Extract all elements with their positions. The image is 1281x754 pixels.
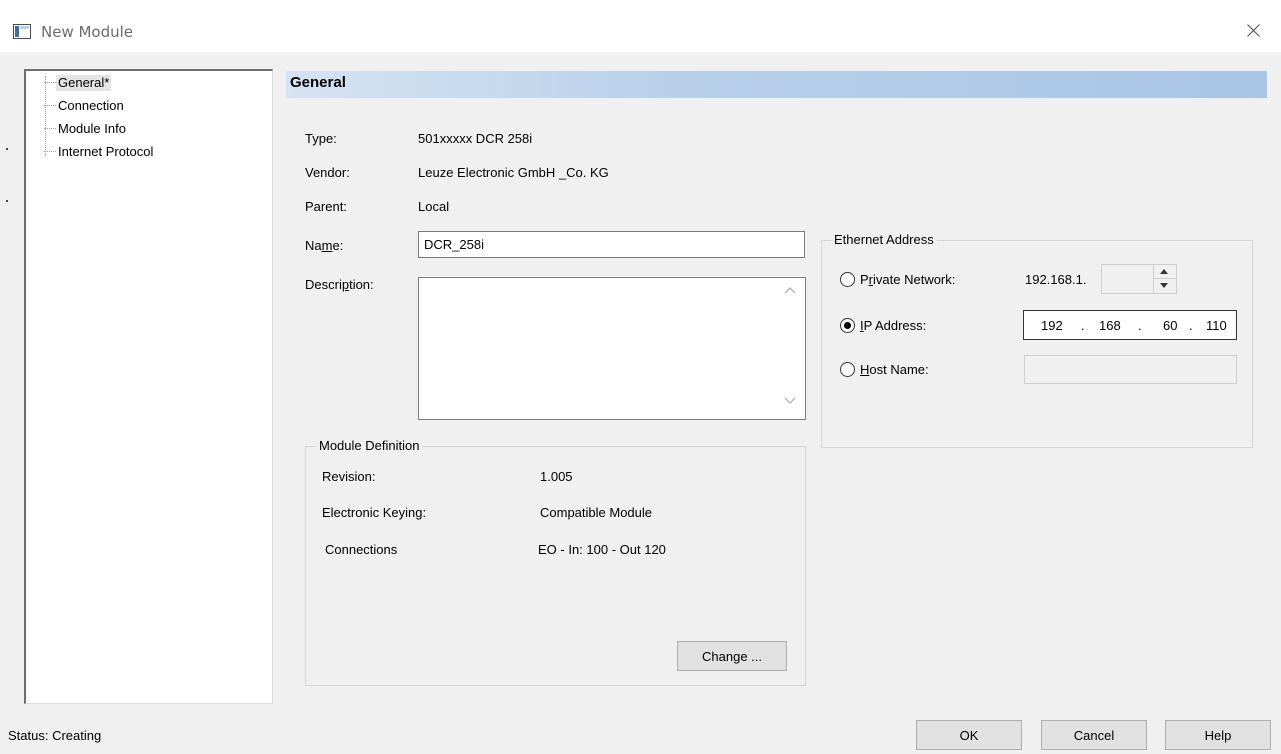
- parent-label: Parent:: [305, 199, 347, 214]
- description-label: Description:: [305, 277, 374, 292]
- spin-up-icon[interactable]: [1160, 269, 1168, 274]
- parent-value: Local: [418, 199, 450, 214]
- electronic-keying-label: Electronic Keying:: [322, 505, 427, 520]
- tree-item-label: Internet Protocol: [58, 144, 154, 159]
- ethernet-address-title: Ethernet Address: [831, 232, 937, 247]
- name-label: Name:: [305, 238, 344, 253]
- spinner-divider: [1153, 278, 1176, 279]
- module-definition-title: Module Definition: [316, 438, 423, 453]
- category-tree[interactable]: General* Connection Module Info Internet…: [24, 69, 273, 704]
- private-network-label[interactable]: Private Network:: [860, 272, 955, 287]
- tree-item-label: Module Info: [58, 121, 126, 136]
- ip-address-radio[interactable]: [840, 318, 855, 333]
- title-bar: [0, 0, 1281, 52]
- scroll-down-icon[interactable]: [784, 397, 796, 405]
- host-name-input[interactable]: [1024, 355, 1237, 384]
- close-button[interactable]: [1236, 16, 1270, 46]
- scroll-up-icon[interactable]: [784, 286, 796, 294]
- ip-address-input[interactable]: 192 . 168 . 60 . 110: [1023, 310, 1237, 340]
- type-label: Type:: [305, 131, 337, 146]
- tree-item-connection[interactable]: Connection: [34, 98, 126, 114]
- vendor-value: Leuze Electronic GmbH _Co. KG: [418, 165, 609, 180]
- tree-item-general[interactable]: General*: [34, 75, 112, 91]
- private-network-radio[interactable]: [840, 272, 855, 287]
- ip-dot: .: [1081, 318, 1085, 333]
- spin-down-icon[interactable]: [1160, 283, 1168, 288]
- window-title: New Module: [41, 23, 134, 41]
- type-value: 501xxxxx DCR 258i: [418, 131, 533, 146]
- electronic-keying-value: Compatible Module: [540, 505, 653, 520]
- edge-mark: [6, 148, 8, 150]
- edge-mark: [6, 200, 8, 202]
- tree-item-label: Connection: [58, 98, 124, 113]
- ok-button[interactable]: OK: [916, 720, 1022, 750]
- revision-label: Revision:: [322, 469, 376, 484]
- ip-dot: .: [1189, 318, 1193, 333]
- connections-label: Connections: [325, 542, 398, 557]
- cancel-button[interactable]: Cancel: [1041, 720, 1147, 750]
- private-network-prefix: 192.168.1.: [1025, 272, 1087, 287]
- ip-octet-2: 168: [1099, 318, 1121, 333]
- ip-address-label[interactable]: IP Address:: [860, 318, 926, 333]
- vendor-label: Vendor:: [305, 165, 350, 180]
- ip-octet-4: 110: [1206, 318, 1227, 333]
- ip-octet-1: 192: [1041, 318, 1063, 333]
- connections-value: EO - In: 100 - Out 120: [538, 542, 666, 557]
- status-text: Status: Creating: [8, 728, 102, 743]
- ip-dot: .: [1138, 318, 1142, 333]
- tree-item-internet-protocol[interactable]: Internet Protocol: [34, 144, 155, 160]
- change-button[interactable]: Chan g e ...: [677, 641, 787, 671]
- host-name-radio[interactable]: [840, 362, 855, 377]
- help-button[interactable]: Help: [1165, 720, 1271, 750]
- ip-octet-3: 60: [1163, 318, 1178, 333]
- close-icon: [1247, 24, 1260, 37]
- revision-value: 1.005: [540, 469, 573, 484]
- tree-item-label: General*: [56, 75, 112, 91]
- description-textarea[interactable]: [418, 277, 806, 420]
- section-header-bar: [286, 71, 1267, 98]
- module-window-icon: [13, 24, 31, 39]
- tree-item-module-info[interactable]: Module Info: [34, 121, 128, 137]
- host-name-label[interactable]: Host Name:: [860, 362, 929, 377]
- name-input[interactable]: [418, 231, 805, 258]
- section-title: General: [290, 74, 346, 91]
